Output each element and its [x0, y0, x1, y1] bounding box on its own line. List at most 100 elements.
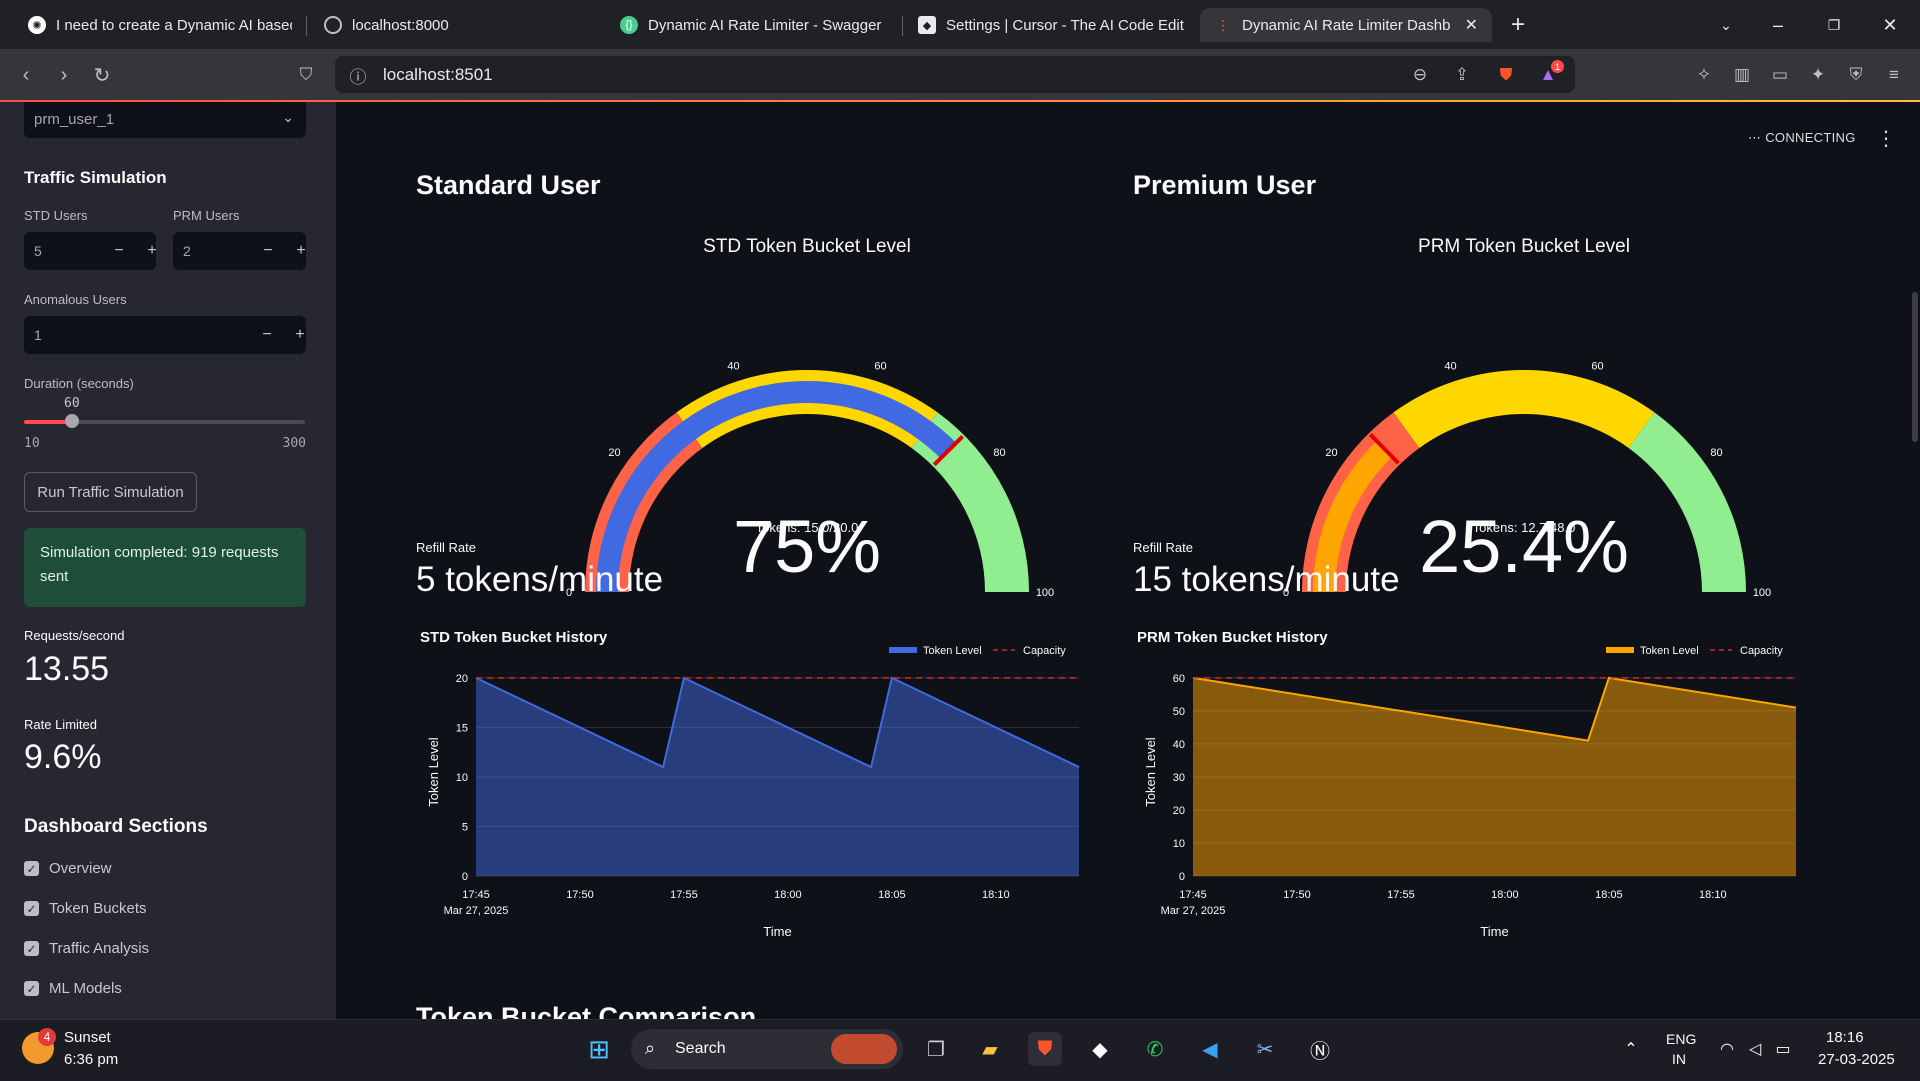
- browser-tab-swagger[interactable]: {} Dynamic AI Rate Limiter - Swagger: [606, 8, 902, 42]
- prm-users-value[interactable]: 2: [183, 243, 191, 259]
- checkbox-label: Token Buckets: [49, 900, 147, 917]
- checkbox-overview[interactable]: ✓ Overview: [24, 860, 112, 877]
- y-tick-label: 10: [456, 772, 468, 784]
- std-users-decrement[interactable]: −: [108, 240, 130, 262]
- search-highlight-icon: [831, 1034, 897, 1064]
- checkmark-icon[interactable]: ✓: [24, 941, 39, 956]
- anomalous-users-label: Anomalous Users: [24, 292, 127, 307]
- streamlit-icon: ⋮: [1214, 16, 1232, 34]
- prm-refill-rate-label: Refill Rate: [1133, 540, 1193, 555]
- running-dots-icon: ⋯: [1748, 130, 1761, 145]
- checkbox-label: Traffic Analysis: [49, 940, 149, 957]
- hidden-icons-chevron-icon[interactable]: ⌃: [1614, 1032, 1648, 1066]
- checkbox-label: Overview: [49, 860, 112, 877]
- close-tab-icon[interactable]: ✕: [1465, 15, 1478, 35]
- sidebar-toggle-icon[interactable]: ▥: [1728, 61, 1756, 89]
- vscode-icon[interactable]: ◀: [1193, 1032, 1227, 1066]
- gauge-value-text: 75%: [733, 505, 881, 588]
- y-tick-label: 0: [1179, 871, 1185, 883]
- y-tick-label: 5: [462, 821, 468, 833]
- x-tick-label: 18:05: [878, 889, 906, 901]
- gauge-tick-label: 20: [1325, 447, 1337, 459]
- reload-button[interactable]: ↻: [88, 61, 116, 89]
- menu-icon[interactable]: ≡: [1880, 61, 1908, 89]
- duration-slider-thumb[interactable]: [65, 414, 79, 428]
- task-view-icon[interactable]: ❐: [919, 1032, 953, 1066]
- gauge-tick-label: 80: [1710, 447, 1722, 459]
- y-tick-label: 15: [456, 722, 468, 734]
- rate-limited-label: Rate Limited: [24, 717, 97, 732]
- site-info-icon[interactable]: ⓘ: [347, 64, 369, 86]
- std-refill-rate-label: Refill Rate: [416, 540, 476, 555]
- back-button[interactable]: ‹: [12, 61, 40, 89]
- duration-slider-value: 60: [64, 396, 80, 411]
- minimize-button[interactable]: –: [1762, 10, 1794, 40]
- browser-tab-localhost-8000[interactable]: localhost:8000: [310, 8, 606, 42]
- y-axis-title: Token Level: [1143, 737, 1158, 806]
- checkbox-token-buckets[interactable]: ✓ Token Buckets: [24, 900, 147, 917]
- clock-time[interactable]: 18:16: [1826, 1029, 1864, 1046]
- restore-button[interactable]: ❐: [1818, 10, 1850, 40]
- snipping-tool-icon[interactable]: ✂: [1248, 1032, 1282, 1066]
- anomalous-users-decrement[interactable]: −: [256, 324, 278, 346]
- browser-tab-cursor-settings[interactable]: ◆ Settings | Cursor - The AI Code Edit: [904, 8, 1198, 42]
- bookmark-icon[interactable]: ⛉: [292, 61, 320, 89]
- browser-tab-chatgpt[interactable]: ✺ I need to create a Dynamic AI based: [14, 8, 306, 42]
- checkbox-traffic-analysis[interactable]: ✓ Traffic Analysis: [24, 940, 149, 957]
- notion-icon[interactable]: Ⓝ: [1303, 1032, 1337, 1066]
- std-users-value[interactable]: 5: [34, 243, 42, 259]
- sidebar: prm_user_1 ⌄ Traffic Simulation STD User…: [0, 102, 336, 1019]
- weather-time: 6:36 pm: [64, 1051, 118, 1068]
- gauge-value-text: 25.4%: [1419, 505, 1629, 588]
- x-tick-label: 18:05: [1595, 889, 1623, 901]
- run-traffic-simulation-button[interactable]: Run Traffic Simulation: [24, 472, 197, 512]
- battery-icon[interactable]: ▭: [1766, 1032, 1800, 1066]
- forward-button[interactable]: ›: [50, 61, 78, 89]
- extensions-icon[interactable]: ✧: [1690, 61, 1718, 89]
- taskbar-search-box[interactable]: ⌕ Search: [631, 1029, 903, 1069]
- anomalous-users-value[interactable]: 1: [34, 327, 42, 343]
- notification-badge: 1: [1551, 60, 1564, 73]
- gauge-title: STD Token Bucket Level: [703, 236, 911, 257]
- anomalous-users-input[interactable]: 1 − +: [24, 316, 306, 354]
- windows-start-icon[interactable]: ⊞: [582, 1032, 616, 1066]
- checkbox-ml-models[interactable]: ✓ML Models: [24, 980, 122, 997]
- legend-label-capacity: Capacity: [1740, 645, 1783, 657]
- y-tick-label: 10: [1173, 838, 1185, 850]
- prm-users-input[interactable]: 2 − +: [173, 232, 306, 270]
- close-window-button[interactable]: ✕: [1874, 10, 1906, 40]
- tab-search-chevron-icon[interactable]: ⌄: [1710, 10, 1742, 40]
- wallet-icon[interactable]: ▭: [1766, 61, 1794, 89]
- y-axis-title: Token Level: [426, 737, 441, 806]
- weather-title[interactable]: Sunset: [64, 1029, 111, 1046]
- file-explorer-icon[interactable]: ▰: [973, 1032, 1007, 1066]
- browser-tab-dashboard[interactable]: ⋮ Dynamic AI Rate Limiter Dashb ✕: [1200, 8, 1492, 42]
- cursor-app-icon[interactable]: ◆: [1083, 1032, 1117, 1066]
- checkmark-icon[interactable]: ✓: [24, 901, 39, 916]
- main-scrollbar[interactable]: [1912, 292, 1918, 442]
- brave-shields-icon[interactable]: ⛊: [1495, 64, 1517, 86]
- std-users-input[interactable]: 5 − +: [24, 232, 156, 270]
- app-menu-icon[interactable]: ⋮: [1876, 126, 1896, 151]
- vpn-icon[interactable]: ⛨: [1842, 61, 1870, 89]
- tab-separator: [306, 16, 307, 36]
- anomalous-users-increment[interactable]: +: [289, 324, 311, 346]
- zoom-icon[interactable]: ⊖: [1409, 64, 1431, 86]
- prm-users-decrement[interactable]: −: [257, 240, 279, 262]
- whatsapp-icon[interactable]: ✆: [1138, 1032, 1172, 1066]
- chart-title: PRM Token Bucket History: [1137, 629, 1328, 646]
- prm-refill-rate-value: 15 tokens/minute: [1133, 560, 1400, 600]
- share-icon[interactable]: ⇪: [1451, 64, 1473, 86]
- brave-browser-icon[interactable]: ⛊: [1028, 1032, 1062, 1066]
- leo-ai-icon[interactable]: ✦: [1804, 61, 1832, 89]
- checkmark-icon[interactable]: ✓: [24, 981, 39, 996]
- url-text[interactable]: localhost:8501: [383, 65, 493, 85]
- user-select[interactable]: prm_user_1 ⌄: [24, 102, 306, 138]
- address-bar[interactable]: ⓘ localhost:8501 ⊖ ⇪ ⛊ ▲ 1: [335, 56, 1575, 93]
- connection-status-text: CONNECTING: [1765, 130, 1855, 145]
- checkmark-icon[interactable]: ✓: [24, 861, 39, 876]
- language-primary[interactable]: ENG: [1666, 1031, 1696, 1047]
- prm-users-increment[interactable]: +: [290, 240, 312, 262]
- new-tab-button[interactable]: +: [1502, 10, 1534, 40]
- std-users-increment[interactable]: +: [141, 240, 163, 262]
